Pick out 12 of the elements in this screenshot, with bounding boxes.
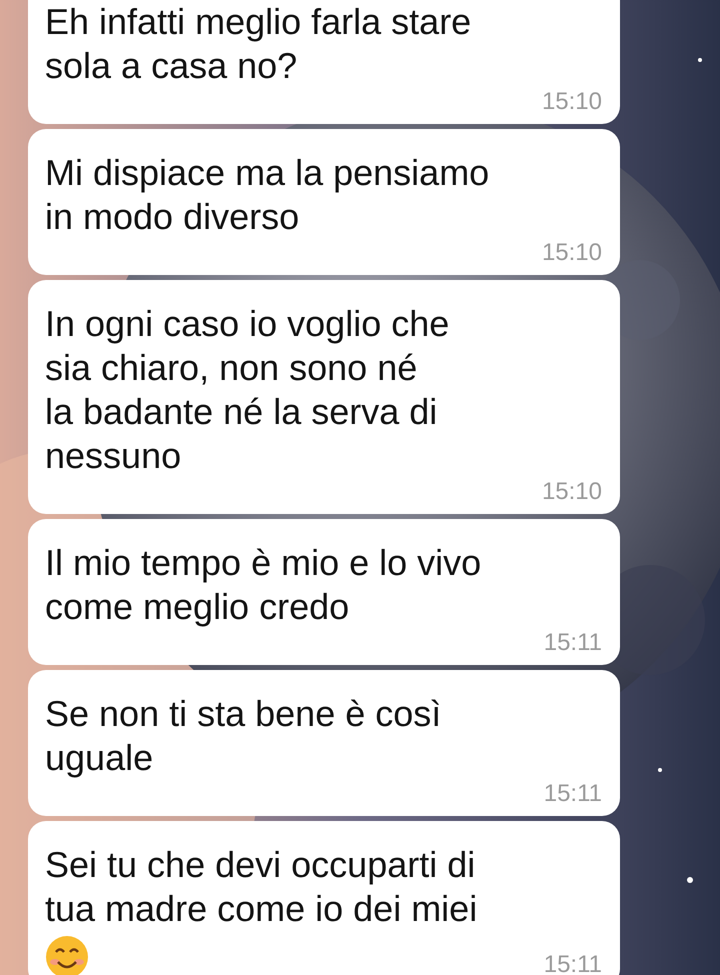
message-text: In ogni caso io voglio che sia chiaro, non sono né la badante né la serva di nessuno [45,302,450,478]
message-text: Mi dispiace ma la pensiamo in modo diverso [45,151,490,239]
message-text: Se non ti sta bene è così uguale [45,692,442,780]
message-time: 15:11 [544,629,602,657]
message-text: Sei tu che devi occuparti di tua madre come io dei miei [45,843,478,931]
message-text: Eh infatti meglio farla stare sola a casa no? [45,0,472,88]
message-time: 15:11 [544,780,602,808]
message-time: 15:11 [544,951,602,975]
message-time: 15:10 [542,478,602,506]
message-time: 15:10 [542,88,602,116]
message-time: 15:10 [542,239,602,267]
message-text: Il mio tempo è mio e lo vivo come meglio credo [45,541,482,629]
